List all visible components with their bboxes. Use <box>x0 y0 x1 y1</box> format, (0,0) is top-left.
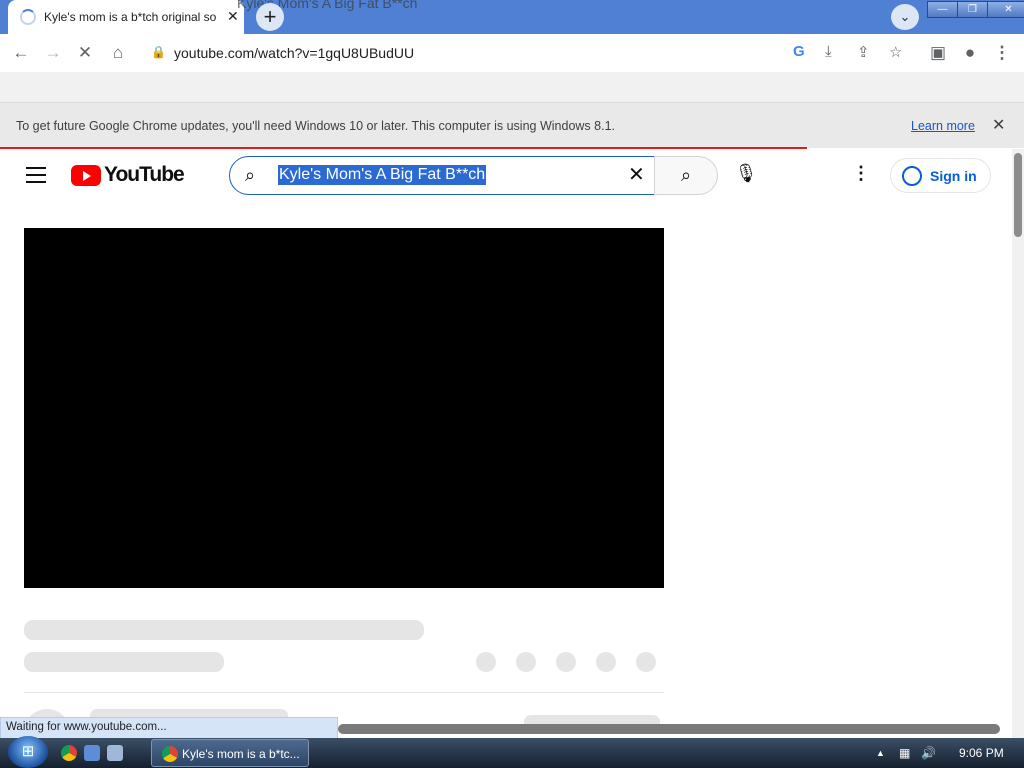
switch-windows-icon[interactable] <box>107 745 123 761</box>
sign-in-button[interactable]: Sign in <box>890 158 991 193</box>
home-icon[interactable]: ⌂ <box>105 40 131 66</box>
bookmark-star-icon[interactable]: ☆ <box>889 43 902 61</box>
url-text: youtube.com/watch?v=1gqU8UBudUU <box>174 45 415 61</box>
youtube-logo[interactable]: YouTube <box>71 163 185 186</box>
title-bar: Kyle's mom is a b*tch original so ✕ Kyle… <box>0 0 1024 34</box>
google-lens-icon[interactable]: G <box>793 43 805 60</box>
volume-icon[interactable]: 🔊 <box>921 746 936 760</box>
chrome-icon <box>162 746 178 762</box>
forward-icon[interactable]: → <box>40 40 66 66</box>
network-icon[interactable]: ▦ <box>899 746 910 760</box>
infobar-message: To get future Google Chrome updates, you… <box>16 119 615 133</box>
sign-in-label: Sign in <box>930 168 977 184</box>
start-button[interactable]: ⊞ <box>8 736 48 768</box>
clear-search-icon[interactable]: ✕ <box>628 162 645 187</box>
scrollbar-thumb[interactable] <box>1014 153 1022 237</box>
status-bubble: Waiting for www.youtube.com... <box>0 717 338 739</box>
guide-menu-icon[interactable] <box>26 167 46 183</box>
chrome-quicklaunch-icon[interactable] <box>61 745 77 761</box>
youtube-logo-text: YouTube <box>104 163 185 186</box>
new-tab-button[interactable]: + <box>256 3 284 31</box>
learn-more-link[interactable]: Learn more <box>911 119 975 133</box>
back-icon[interactable]: ← <box>8 40 34 66</box>
taskbar-window-label: Kyle's mom is a b*tc... <box>182 747 300 761</box>
chrome-menu-icon[interactable]: ⋮ <box>989 40 1015 66</box>
taskbar-chrome-window[interactable]: Kyle's mom is a b*tc... <box>151 739 309 767</box>
action-placeholder <box>476 652 496 672</box>
tab-title: Kyle's mom is a b*tch original so <box>44 10 217 24</box>
side-panel-icon[interactable]: ▣ <box>925 40 951 66</box>
vertical-scrollbar[interactable] <box>1012 149 1024 739</box>
show-desktop-icon[interactable] <box>84 745 100 761</box>
search-icon: ⌕ <box>245 165 256 185</box>
youtube-play-icon <box>71 164 101 186</box>
title-placeholder <box>24 620 424 640</box>
content-divider <box>24 692 664 693</box>
bookmarks-bar-area <box>0 72 1024 102</box>
loading-spinner-icon <box>20 9 36 25</box>
clock[interactable]: 9:06 PM <box>959 746 1004 760</box>
install-app-icon[interactable]: ⤓ <box>825 43 832 60</box>
address-bar[interactable]: 🔒 youtube.com/watch?v=1gqU8UBudUU G ⤓ ⇪ … <box>141 38 919 68</box>
action-placeholder <box>516 652 536 672</box>
microphone-icon[interactable]: 🎙 <box>734 163 758 187</box>
settings-more-icon[interactable]: ⋮ <box>852 163 870 187</box>
minimize-button[interactable]: — <box>927 1 958 18</box>
action-placeholder <box>556 652 576 672</box>
action-placeholder <box>596 652 616 672</box>
tab-search-chevron-icon[interactable]: ⌄ <box>891 4 919 30</box>
show-hidden-icons-icon[interactable]: ▲ <box>876 748 885 758</box>
search-button[interactable]: ⌕ <box>654 156 718 195</box>
share-icon[interactable]: ⇪ <box>857 43 870 61</box>
window-controls: — ❐ ✕ <box>927 1 1024 18</box>
infobar-close-icon[interactable]: ✕ <box>992 115 1005 135</box>
profile-icon[interactable]: ● <box>957 40 983 66</box>
browser-tab[interactable]: Kyle's mom is a b*tch original so ✕ <box>8 0 244 34</box>
update-infobar: To get future Google Chrome updates, you… <box>0 102 1024 148</box>
search-input[interactable]: ⌕ Kyle's Mom's A Big Fat B**ch ✕ <box>229 156 655 195</box>
search-query-text: Kyle's Mom's A Big Fat B**ch <box>278 165 487 185</box>
video-player[interactable] <box>24 228 664 588</box>
windows-taskbar: ⊞ Kyle's mom is a b*tc... ▲ ▦ 🔊 9:06 PM <box>0 736 1024 768</box>
horizontal-scrollbar[interactable] <box>338 724 1000 734</box>
stop-loading-icon[interactable]: ✕ <box>72 40 98 66</box>
lock-icon[interactable]: 🔒 <box>151 45 166 59</box>
action-placeholder <box>636 652 656 672</box>
restore-button[interactable]: ❐ <box>957 1 988 18</box>
close-window-button[interactable]: ✕ <box>987 1 1024 18</box>
account-circle-icon <box>902 166 922 186</box>
browser-toolbar: ← → ✕ ⌂ 🔒 youtube.com/watch?v=1gqU8UBudU… <box>0 34 1024 72</box>
youtube-page: YouTube ⌕ Kyle's Mom's A Big Fat B**ch ✕… <box>0 149 1012 739</box>
channel-placeholder <box>24 652 224 672</box>
